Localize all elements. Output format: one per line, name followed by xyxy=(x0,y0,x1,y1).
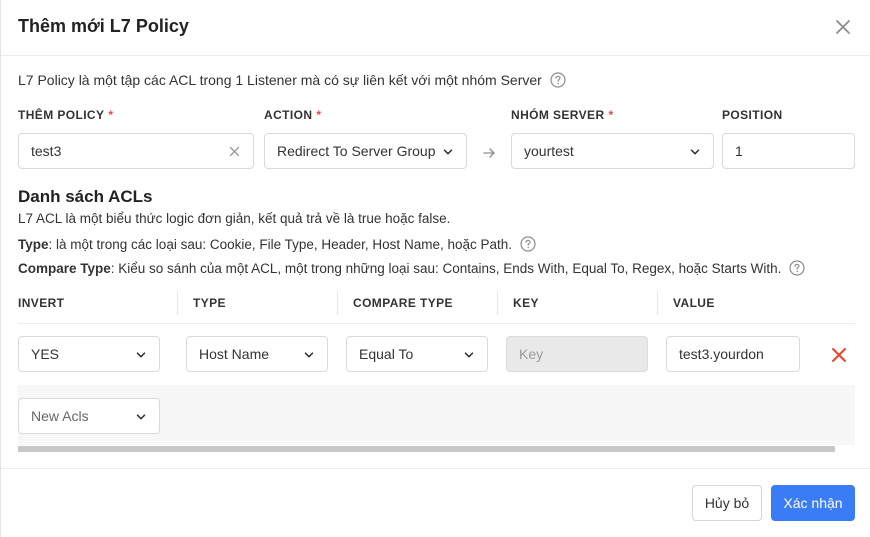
key-input[interactable]: Key xyxy=(506,336,648,372)
compare-type-description: Compare Type: Kiểu so sánh của một ACL, … xyxy=(18,260,806,276)
dialog-title: Thêm mới L7 Policy xyxy=(18,16,189,36)
column-header-key: KEY xyxy=(513,296,539,310)
position-label: POSITION xyxy=(722,108,783,122)
server-group-select[interactable]: yourtest xyxy=(511,133,714,169)
column-header-value: VALUE xyxy=(673,296,715,310)
type-description: Type: là một trong các loại sau: Cookie,… xyxy=(18,236,536,252)
acl-table-header: INVERT TYPE COMPARE TYPE KEY VALUE xyxy=(18,288,855,324)
required-mark: * xyxy=(608,108,614,122)
chevron-down-icon xyxy=(304,352,314,358)
chevron-down-icon xyxy=(464,352,474,358)
invert-select[interactable]: YES xyxy=(18,336,160,372)
clear-icon[interactable] xyxy=(228,145,241,158)
column-header-invert: INVERT xyxy=(18,296,65,310)
column-header-type: TYPE xyxy=(193,296,226,310)
position-input[interactable]: 1 xyxy=(722,133,855,169)
value-input[interactable]: test3.yourdon xyxy=(666,336,800,372)
dialog-header: Thêm mới L7 Policy xyxy=(1,0,870,56)
horizontal-scrollbar[interactable] xyxy=(18,446,835,452)
arrow-right-icon xyxy=(483,148,495,158)
column-divider xyxy=(177,291,178,315)
column-divider xyxy=(337,291,338,315)
help-icon[interactable] xyxy=(520,236,536,252)
help-icon[interactable] xyxy=(550,72,566,88)
dialog-description: L7 Policy là một tập các ACL trong 1 Lis… xyxy=(18,72,566,88)
action-label: ACTION * xyxy=(264,108,322,122)
column-header-compare-type: COMPARE TYPE xyxy=(353,296,453,310)
chevron-down-icon xyxy=(690,149,700,155)
delete-row-icon[interactable] xyxy=(831,347,847,363)
required-mark: * xyxy=(316,108,322,122)
confirm-button[interactable]: Xác nhận xyxy=(771,485,855,521)
cancel-button[interactable]: Hủy bỏ xyxy=(692,485,762,521)
acl-description: L7 ACL là một biểu thức logic đơn giản, … xyxy=(18,211,451,226)
chevron-down-icon xyxy=(136,352,146,358)
new-acls-select[interactable]: New Acls xyxy=(18,398,160,434)
compare-type-select[interactable]: Equal To xyxy=(346,336,488,372)
server-group-label: NHÓM SERVER * xyxy=(511,108,614,122)
required-mark: * xyxy=(108,108,114,122)
l7-policy-dialog: Thêm mới L7 Policy L7 Policy là một tập … xyxy=(0,0,870,537)
help-icon[interactable] xyxy=(789,260,806,276)
column-divider xyxy=(497,291,498,315)
type-select[interactable]: Host Name xyxy=(186,336,328,372)
policy-name-input[interactable]: test3 xyxy=(18,133,254,169)
chevron-down-icon xyxy=(443,149,453,155)
policy-label: THÊM POLICY * xyxy=(18,108,114,122)
acl-section-title: Danh sách ACLs xyxy=(18,187,153,206)
action-select[interactable]: Redirect To Server Group xyxy=(264,133,467,169)
chevron-down-icon xyxy=(136,414,146,420)
close-icon[interactable] xyxy=(831,15,855,39)
column-divider xyxy=(657,291,658,315)
